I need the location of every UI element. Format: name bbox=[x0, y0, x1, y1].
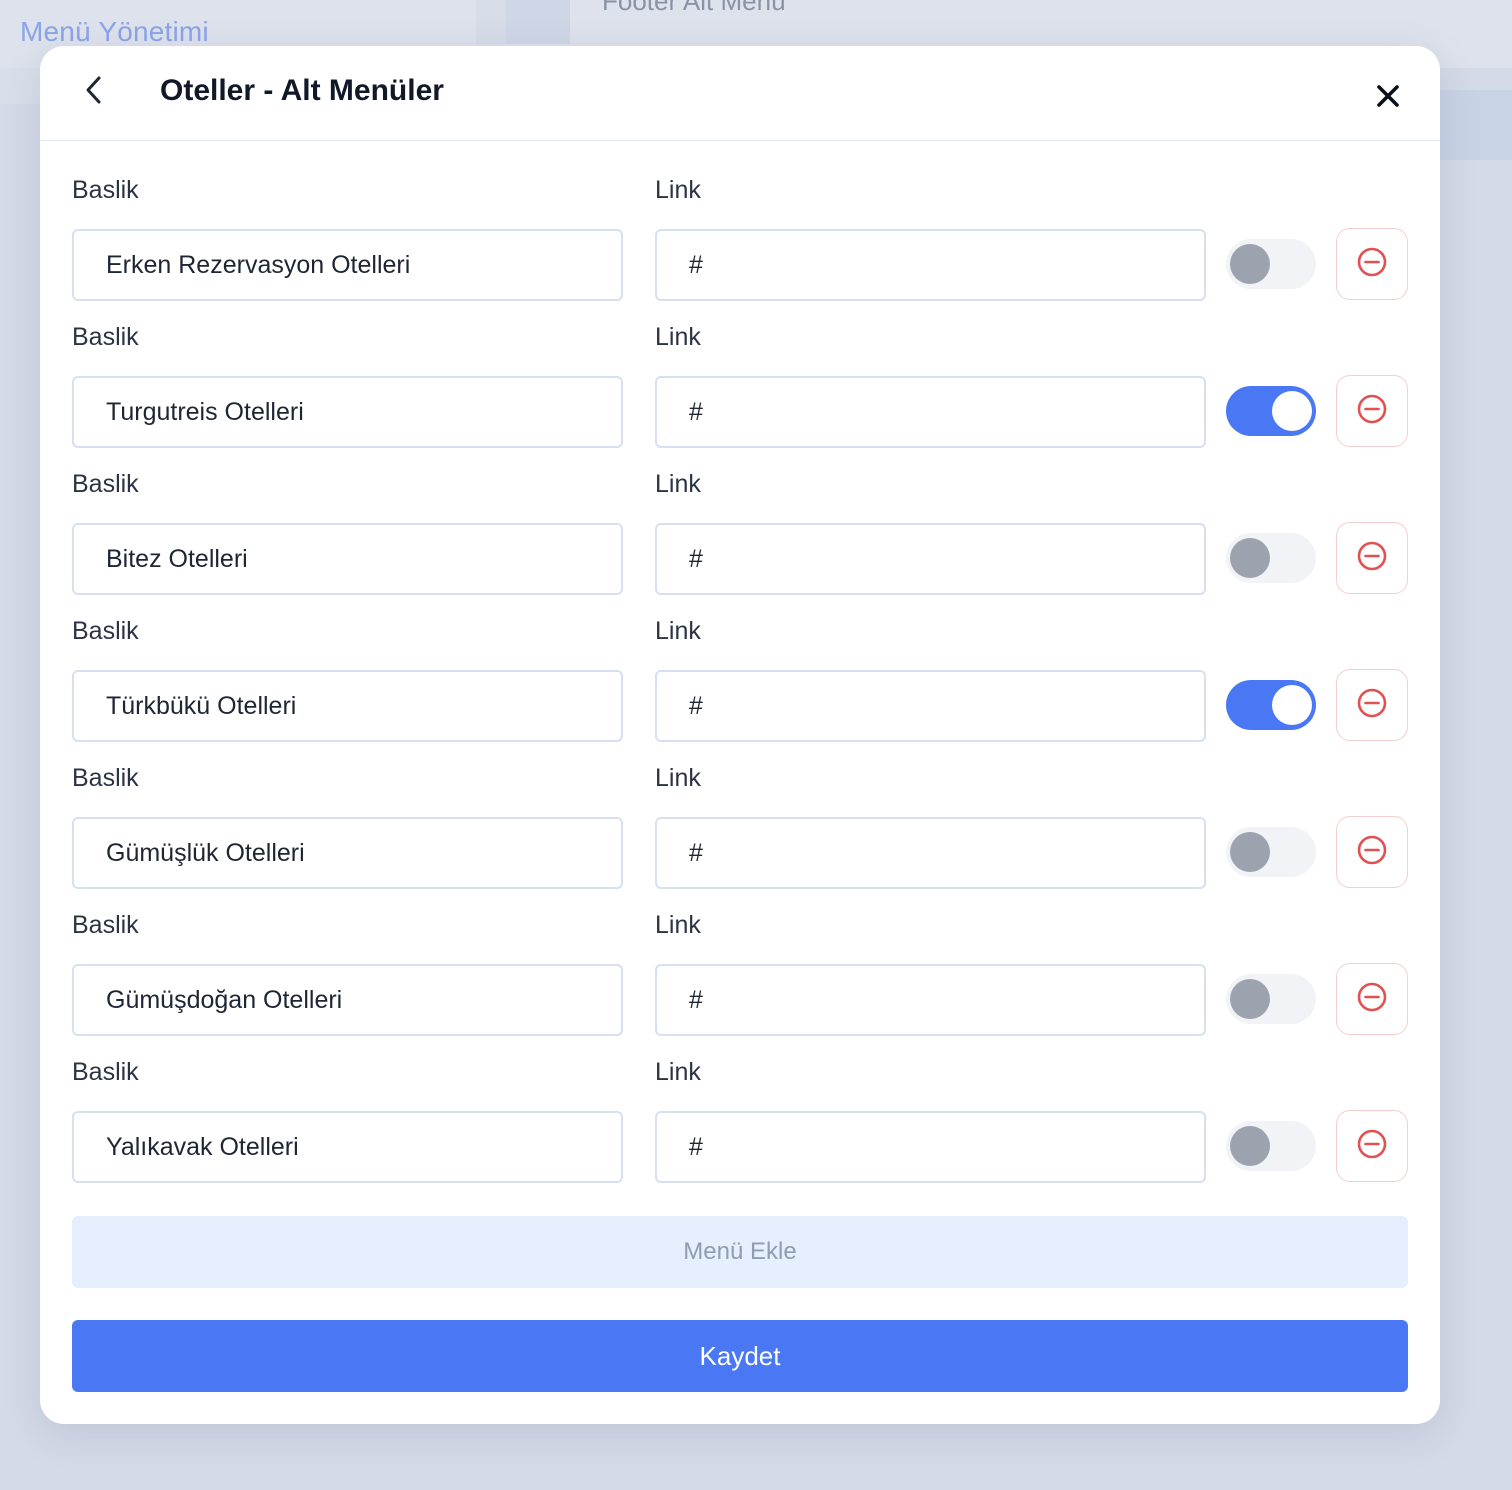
active-toggle[interactable] bbox=[1226, 974, 1316, 1024]
save-button[interactable]: Kaydet bbox=[72, 1320, 1408, 1392]
modal-title: Oteller - Alt Menüler bbox=[160, 74, 444, 107]
remove-button[interactable] bbox=[1336, 375, 1408, 447]
title-label: Baslik bbox=[72, 764, 139, 792]
title-input[interactable]: Gümüşlük Otelleri bbox=[72, 817, 623, 889]
remove-button[interactable] bbox=[1336, 963, 1408, 1035]
link-label: Link bbox=[655, 470, 701, 498]
minus-circle-icon bbox=[1356, 540, 1388, 577]
title-label: Baslik bbox=[72, 323, 139, 351]
title-input[interactable]: Turgutreis Otelleri bbox=[72, 376, 623, 448]
toggle-knob bbox=[1230, 1126, 1270, 1166]
link-label: Link bbox=[655, 911, 701, 939]
close-button[interactable] bbox=[1368, 78, 1408, 118]
link-input[interactable]: # bbox=[655, 376, 1206, 448]
active-toggle[interactable] bbox=[1226, 533, 1316, 583]
title-input[interactable]: Bitez Otelleri bbox=[72, 523, 623, 595]
submenu-row: Baslik Link Bitez Otelleri # bbox=[72, 470, 1408, 617]
link-label: Link bbox=[655, 1058, 701, 1086]
remove-button[interactable] bbox=[1336, 669, 1408, 741]
modal-header: Oteller - Alt Menüler bbox=[40, 46, 1440, 141]
background-panel bbox=[1440, 90, 1512, 160]
link-input[interactable]: # bbox=[655, 817, 1206, 889]
back-button[interactable] bbox=[76, 74, 112, 110]
remove-button[interactable] bbox=[1336, 228, 1408, 300]
submenu-modal: Oteller - Alt Menüler Baslik Link Erken … bbox=[40, 46, 1440, 1424]
toggle-knob bbox=[1230, 979, 1270, 1019]
submenu-list: Baslik Link Erken Rezervasyon Otelleri #… bbox=[72, 176, 1408, 1205]
toggle-knob bbox=[1230, 538, 1270, 578]
link-input[interactable]: # bbox=[655, 523, 1206, 595]
toggle-knob bbox=[1230, 832, 1270, 872]
submenu-row: Baslik Link Türkbükü Otelleri # bbox=[72, 617, 1408, 764]
active-toggle[interactable] bbox=[1226, 827, 1316, 877]
active-toggle[interactable] bbox=[1226, 386, 1316, 436]
minus-circle-icon bbox=[1356, 1128, 1388, 1165]
link-input[interactable]: # bbox=[655, 670, 1206, 742]
minus-circle-icon bbox=[1356, 393, 1388, 430]
toggle-knob bbox=[1272, 391, 1312, 431]
title-label: Baslik bbox=[72, 470, 139, 498]
title-label: Baslik bbox=[72, 176, 139, 204]
title-label: Baslik bbox=[72, 911, 139, 939]
add-menu-button[interactable]: Menü Ekle bbox=[72, 1216, 1408, 1288]
link-input[interactable]: # bbox=[655, 1111, 1206, 1183]
remove-button[interactable] bbox=[1336, 522, 1408, 594]
close-icon bbox=[1376, 84, 1400, 113]
remove-button[interactable] bbox=[1336, 816, 1408, 888]
minus-circle-icon bbox=[1356, 687, 1388, 724]
background-page-title: Menü Yönetimi bbox=[20, 16, 209, 47]
toggle-knob bbox=[1272, 685, 1312, 725]
submenu-row: Baslik Link Gümüşlük Otelleri # bbox=[72, 764, 1408, 911]
title-label: Baslik bbox=[72, 617, 139, 645]
link-label: Link bbox=[655, 764, 701, 792]
submenu-row: Baslik Link Turgutreis Otelleri # bbox=[72, 323, 1408, 470]
background-section-title: Footer Alt Menü bbox=[602, 0, 786, 16]
link-input[interactable]: # bbox=[655, 964, 1206, 1036]
submenu-row: Baslik Link Yalıkavak Otelleri # bbox=[72, 1058, 1408, 1205]
title-input[interactable]: Türkbükü Otelleri bbox=[72, 670, 623, 742]
title-input[interactable]: Gümüşdoğan Otelleri bbox=[72, 964, 623, 1036]
background-panel bbox=[0, 68, 40, 104]
link-input[interactable]: # bbox=[655, 229, 1206, 301]
chevron-left-icon bbox=[83, 74, 105, 111]
minus-circle-icon bbox=[1356, 981, 1388, 1018]
title-input[interactable]: Erken Rezervasyon Otelleri bbox=[72, 229, 623, 301]
background-panel bbox=[506, 0, 570, 44]
toggle-knob bbox=[1230, 244, 1270, 284]
link-label: Link bbox=[655, 176, 701, 204]
active-toggle[interactable] bbox=[1226, 1121, 1316, 1171]
active-toggle[interactable] bbox=[1226, 239, 1316, 289]
minus-circle-icon bbox=[1356, 834, 1388, 871]
remove-button[interactable] bbox=[1336, 1110, 1408, 1182]
active-toggle[interactable] bbox=[1226, 680, 1316, 730]
background-panel bbox=[476, 0, 506, 44]
link-label: Link bbox=[655, 323, 701, 351]
submenu-row: Baslik Link Gümüşdoğan Otelleri # bbox=[72, 911, 1408, 1058]
title-label: Baslik bbox=[72, 1058, 139, 1086]
minus-circle-icon bbox=[1356, 246, 1388, 283]
title-input[interactable]: Yalıkavak Otelleri bbox=[72, 1111, 623, 1183]
submenu-row: Baslik Link Erken Rezervasyon Otelleri # bbox=[72, 176, 1408, 323]
link-label: Link bbox=[655, 617, 701, 645]
